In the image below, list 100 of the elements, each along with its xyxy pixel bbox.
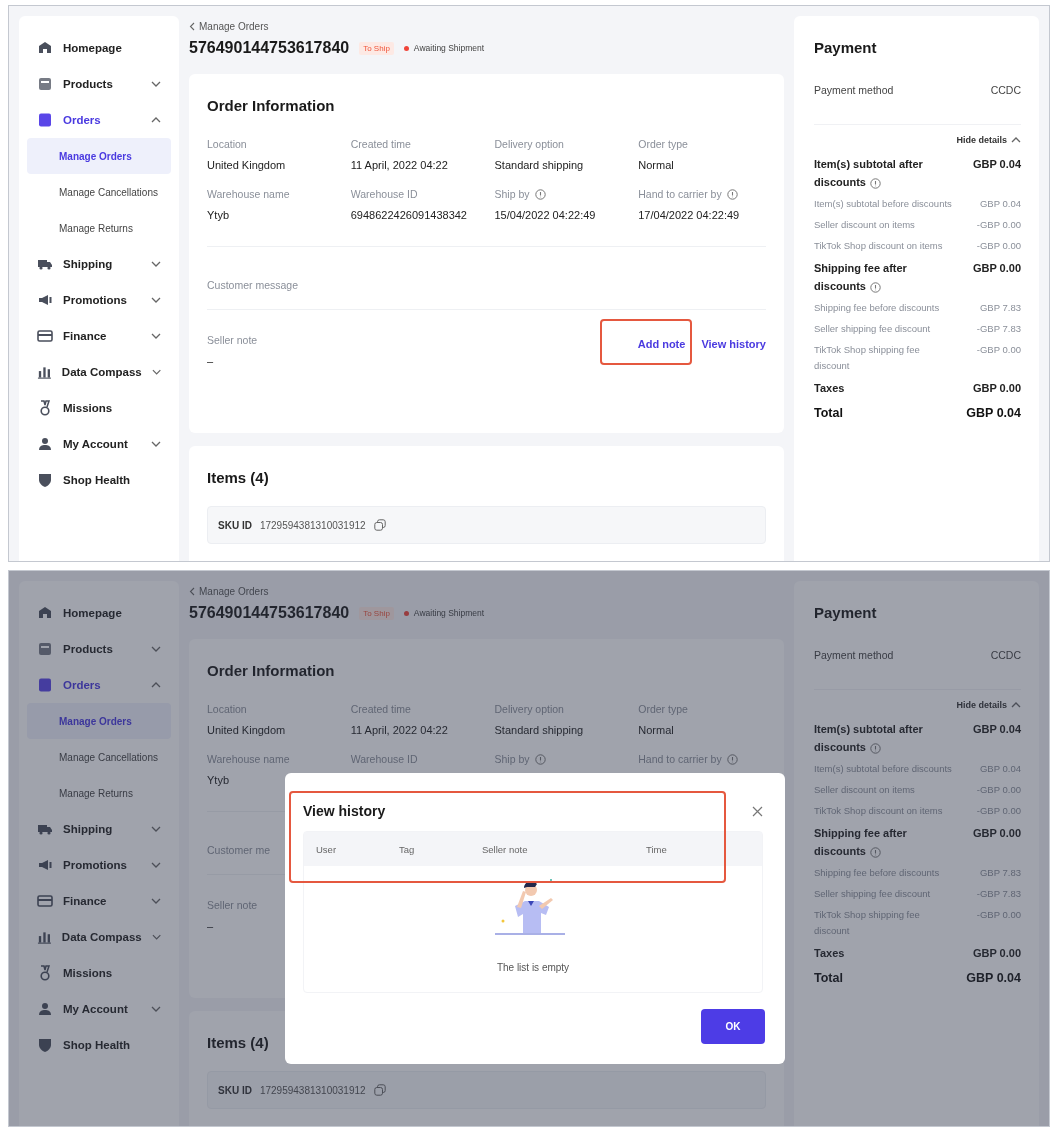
field-value: Normal [638,158,675,173]
chevron-up-icon[interactable] [1011,137,1021,143]
field-label: Hand to carrier by [638,753,722,765]
close-icon[interactable] [752,806,763,817]
chevron-down-icon[interactable] [151,333,161,339]
sidebar-item[interactable]: Missions [27,955,171,991]
sidebar-item[interactable]: Shop Health [27,462,171,498]
sidebar-subitem[interactable]: Manage Orders [27,138,171,174]
status-dot [403,45,409,51]
chevron-up-icon[interactable] [151,682,161,688]
amount: GBP 0.04 [972,158,1021,170]
detail-label: Seller discount on items [814,219,915,230]
chevron-down-icon[interactable] [151,826,161,832]
field-value: – [207,354,215,369]
field-label: Customer message [207,279,299,291]
field-label: Warehouse ID [350,188,418,200]
breadcrumb-link[interactable]: Manage Orders [199,20,269,32]
sku-value: 1729594381310031912 [259,519,366,531]
section-title: Order Information [207,661,335,681]
toggle-link[interactable]: Hide details [956,700,1007,710]
card-icon [37,893,53,909]
sidebar-item[interactable]: Products [27,66,171,102]
sku-value: 1729594381310031912 [259,1084,366,1096]
bar-chart-icon [37,364,52,380]
toggle-link[interactable]: Hide details [956,135,1007,145]
sidebar-subitem[interactable]: Manage Cancellations [27,739,171,775]
sidebar-item[interactable]: Orders [27,667,171,703]
field-label: Ship by [494,188,530,200]
breadcrumb-link[interactable]: Manage Orders [199,585,269,597]
chevron-down-icon[interactable] [151,441,161,447]
detail-label: Seller shipping fee discount [814,323,931,334]
sidebar-item[interactable]: Missions [27,390,171,426]
chevron-down-icon[interactable] [151,1006,161,1012]
sidebar-item[interactable]: Data Compass [27,919,171,955]
sidebar-item[interactable]: Finance [27,883,171,919]
chevron-down-icon[interactable] [151,934,161,940]
chevron-down-icon[interactable] [151,81,161,87]
bar-chart-icon [37,929,52,945]
field-label: Warehouse name [207,188,290,200]
amount: -GBP 7.83 [976,888,1021,899]
copy-icon[interactable] [373,519,386,531]
chevron-down-icon[interactable] [151,261,161,267]
field-value: Ytyb [207,773,230,788]
note-link[interactable]: View history [701,338,766,350]
chevron-down-icon[interactable] [151,646,161,652]
sidebar-subitem[interactable]: Manage Cancellations [27,174,171,210]
sidebar-item[interactable]: Orders [27,102,171,138]
field-label: Delivery option [494,703,564,715]
amount: GBP 0.00 [972,827,1021,839]
section-title: Payment [814,603,877,623]
summary-label: Total [814,971,843,985]
chevron-up-icon[interactable] [1011,702,1021,708]
column-header: Time [646,843,668,855]
sidebar-item[interactable]: Promotions [27,282,171,318]
amount: GBP 0.04 [979,198,1021,209]
sidebar-item[interactable]: My Account [27,991,171,1027]
summary-label: Shipping fee after discounts [814,262,907,292]
field-label: Order type [638,138,688,150]
status-tag: To Ship [359,41,394,55]
chevron-down-icon[interactable] [151,369,161,375]
sidebar-item[interactable]: Homepage [27,595,171,631]
note-link[interactable]: Add note [637,338,686,350]
sidebar-item[interactable]: Shipping [27,811,171,847]
chevron-up-icon[interactable] [151,117,161,123]
empty-message: The list is empty [496,962,570,973]
status-dot [403,610,409,616]
shield-icon [37,472,53,488]
chevron-down-icon[interactable] [151,297,161,303]
chevron-down-icon[interactable] [151,898,161,904]
sku-label: SKU ID [218,1084,252,1096]
back-chevron-icon[interactable] [189,21,195,31]
field-value: United Kingdom [207,158,287,173]
field-label: Created time [350,703,411,715]
field-label: Delivery option [494,138,564,150]
sidebar-item[interactable]: Finance [27,318,171,354]
field-value: 17/04/2022 04:22:49 [638,208,741,223]
sidebar-item[interactable]: Shop Health [27,1027,171,1063]
detail-label: Shipping fee before discounts [814,302,940,313]
sidebar-item[interactable]: My Account [27,426,171,462]
field-value: – [207,919,215,934]
sidebar-item[interactable]: Homepage [27,30,171,66]
amount: -GBP 0.00 [976,219,1021,230]
field-value: Standard shipping [494,723,585,738]
sidebar-item[interactable]: Promotions [27,847,171,883]
back-chevron-icon[interactable] [189,586,195,596]
amount: GBP 0.04 [972,723,1021,735]
sidebar-item[interactable]: Shipping [27,246,171,282]
detail-label: TikTok Shop discount on items [814,805,943,816]
amount: -GBP 7.83 [976,323,1021,334]
sidebar-item[interactable]: Products [27,631,171,667]
sidebar-subitem[interactable]: Manage Returns [27,775,171,811]
ok-button[interactable]: OK [701,1009,765,1044]
sidebar-subitem[interactable]: Manage Orders [27,703,171,739]
card-icon [37,328,53,344]
sidebar-item[interactable]: Data Compass [27,354,171,390]
sidebar-subitem[interactable]: Manage Returns [27,210,171,246]
chevron-down-icon[interactable] [151,862,161,868]
amount: GBP 0.04 [979,763,1021,774]
summary-label: Item(s) subtotal after discounts [814,723,923,753]
copy-icon[interactable] [373,1084,386,1096]
